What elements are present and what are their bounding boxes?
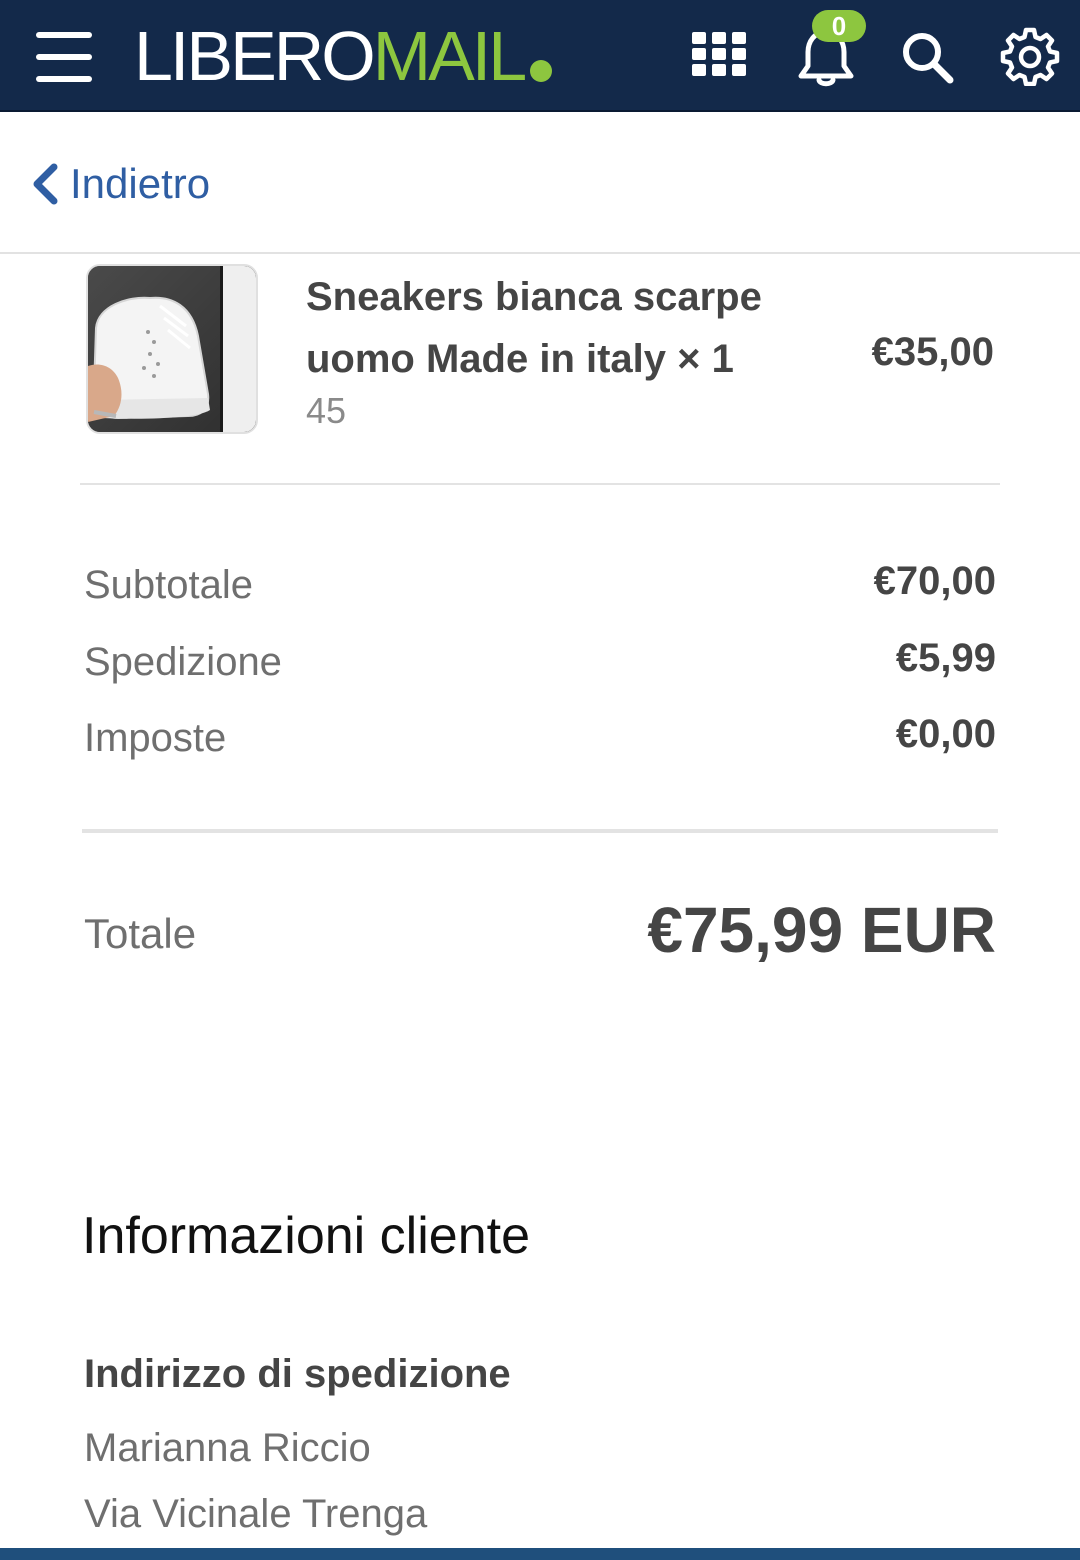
logo-text-libero: LIBERO bbox=[134, 17, 376, 95]
customer-info-heading: Informazioni cliente bbox=[82, 1207, 530, 1265]
apps-grid-icon[interactable] bbox=[692, 32, 746, 76]
divider bbox=[80, 483, 1000, 485]
subtotal-value: €70,00 bbox=[873, 559, 996, 603]
top-app-bar: LIBERO MAIL 0 bbox=[0, 0, 1080, 112]
product-variant: 45 bbox=[306, 390, 347, 431]
logo-text-mail: MAIL bbox=[372, 17, 527, 95]
product-price: €35,00 bbox=[871, 330, 994, 374]
back-label: Indietro bbox=[70, 160, 211, 207]
product-image bbox=[86, 264, 258, 434]
address-line: Via Vicinale Trenga bbox=[84, 1492, 428, 1536]
libero-mail-logo[interactable]: LIBERO MAIL bbox=[134, 17, 553, 95]
shipping-value: €5,99 bbox=[895, 636, 996, 680]
back-navigation-row: Indietro bbox=[0, 114, 1080, 254]
product-name: Sneakers bianca scarpe uomo Made in ital… bbox=[306, 275, 762, 381]
hamburger-menu-icon[interactable] bbox=[36, 32, 92, 84]
total-label: Totale bbox=[84, 910, 197, 957]
notification-count-badge: 0 bbox=[812, 10, 866, 42]
total-value: €75,99 EUR bbox=[647, 894, 996, 966]
search-icon[interactable] bbox=[900, 30, 954, 84]
taxes-value: €0,00 bbox=[895, 712, 996, 756]
address-line: Marianna Riccio bbox=[84, 1426, 371, 1470]
shipping-address-heading: Indirizzo di spedizione bbox=[84, 1352, 511, 1396]
chevron-left-icon bbox=[33, 163, 58, 205]
logo-dot bbox=[530, 60, 553, 82]
gear-icon[interactable] bbox=[1000, 26, 1060, 86]
subtotal-label: Subtotale bbox=[84, 563, 254, 607]
shipping-label: Spedizione bbox=[84, 640, 282, 684]
divider bbox=[82, 829, 998, 833]
taxes-label: Imposte bbox=[84, 716, 227, 760]
bottom-bar bbox=[0, 1548, 1080, 1560]
back-link[interactable]: Indietro bbox=[30, 158, 210, 210]
